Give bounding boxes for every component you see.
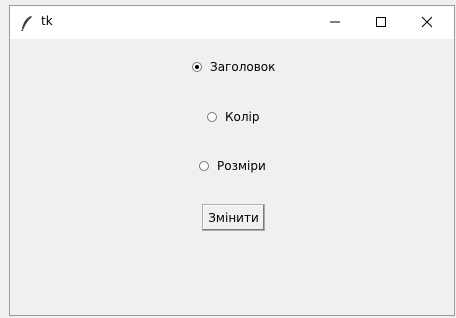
maximize-icon [375,13,387,32]
radio-size[interactable]: Розміри [199,159,266,173]
minimize-button[interactable] [312,6,358,39]
close-button[interactable] [404,6,450,39]
radio-color[interactable]: Колір [207,110,259,124]
radio-checked-icon[interactable] [192,62,202,72]
radio-unchecked-icon[interactable] [199,161,209,171]
radio-title-label: Заголовок [210,60,276,74]
window-title: tk [41,14,53,28]
window-content: Заголовок Колір Розміри Змінити [10,39,454,315]
minimize-icon [329,13,341,32]
radio-color-label: Колір [225,110,260,124]
radio-size-label: Розміри [217,159,266,173]
change-button[interactable]: Змінити [202,204,265,231]
feather-icon [20,15,34,32]
close-icon [421,13,433,32]
maximize-button[interactable] [358,6,404,39]
title-bar[interactable]: tk [10,6,454,39]
radio-unchecked-icon[interactable] [207,112,217,122]
radio-title[interactable]: Заголовок [192,60,275,74]
app-window: tk Заголовок Колір Розміри Змінити [9,5,455,316]
